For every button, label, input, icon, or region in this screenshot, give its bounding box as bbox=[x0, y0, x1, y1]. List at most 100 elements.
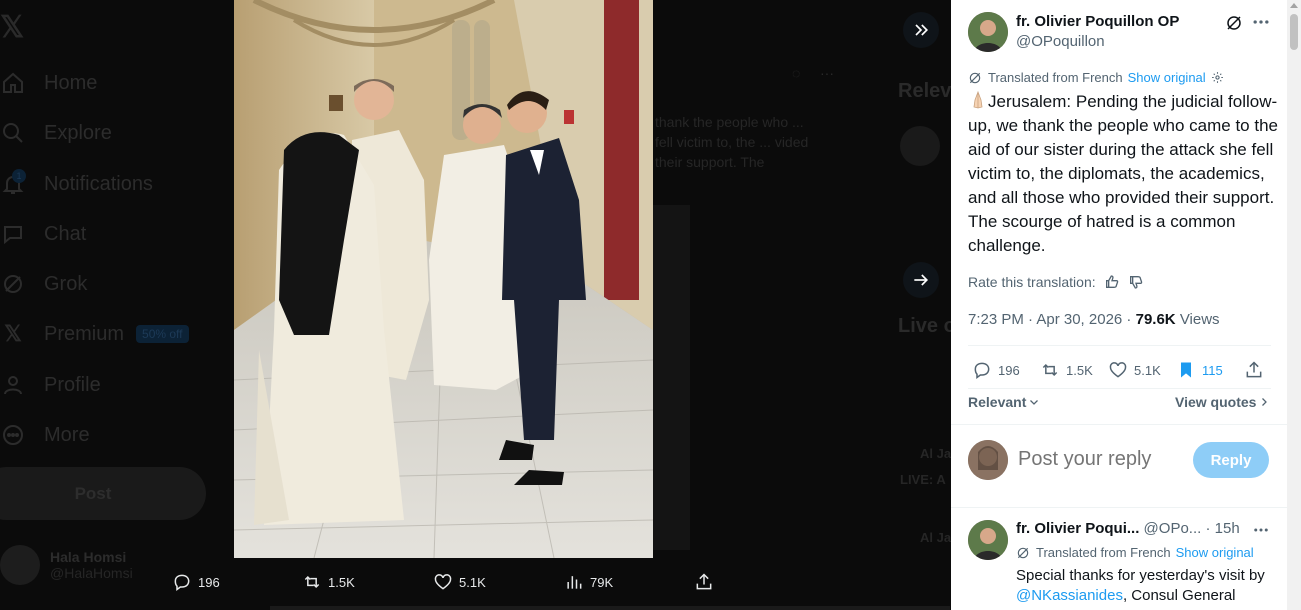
horizontal-scrollbar[interactable] bbox=[270, 606, 950, 610]
media-action-bar: 196 1.5K 5.1K 79K bbox=[0, 558, 951, 610]
grok-icon bbox=[1017, 547, 1029, 558]
reply-composer: Reply bbox=[968, 440, 1271, 482]
media-reply-button[interactable]: 196 bbox=[172, 572, 220, 592]
divider bbox=[968, 388, 1271, 389]
share-icon bbox=[696, 573, 712, 590]
media-repost-button[interactable]: 1.5K bbox=[302, 572, 355, 592]
reply-icon bbox=[974, 362, 990, 379]
thumbs-up-icon[interactable] bbox=[1104, 274, 1120, 290]
repost-icon bbox=[304, 575, 320, 589]
reply-author-handle[interactable]: @OPo... bbox=[1144, 520, 1202, 537]
sidebar-nav: 𝕏 Home Explore 1 Notifications Chat Grok… bbox=[0, 0, 230, 610]
grok-icon[interactable] bbox=[1225, 14, 1243, 32]
media-views-button[interactable]: 79K bbox=[564, 572, 613, 592]
nav-label: Grok bbox=[44, 272, 88, 295]
reply-icon bbox=[174, 574, 190, 591]
nav-label: Explore bbox=[44, 121, 112, 144]
reply-time[interactable]: · 15h bbox=[1205, 520, 1239, 537]
share-button[interactable] bbox=[1244, 360, 1270, 380]
more-icon[interactable] bbox=[1251, 12, 1271, 32]
heart-icon bbox=[434, 574, 452, 590]
show-original-link[interactable]: Show original bbox=[1128, 70, 1206, 85]
chat-icon bbox=[0, 221, 26, 247]
media-photo[interactable] bbox=[234, 0, 653, 558]
divider bbox=[951, 424, 1287, 425]
more-circle-icon bbox=[0, 422, 26, 448]
grok-icon bbox=[0, 271, 26, 297]
expand-panel-button[interactable] bbox=[903, 12, 939, 48]
reply-count: 196 bbox=[198, 574, 220, 590]
avatar[interactable] bbox=[968, 440, 1008, 480]
feed-text-snippet: thank the people who ... fell victim to,… bbox=[655, 114, 809, 170]
show-original-link[interactable]: Show original bbox=[1176, 545, 1254, 560]
bookmark-button[interactable]: 115 bbox=[1176, 360, 1223, 380]
reply-tweet-text: Special thanks for yesterday's visit by … bbox=[1016, 566, 1276, 606]
media-like-button[interactable]: 5.1K bbox=[433, 572, 486, 592]
tweet-stats: 196 1.5K 5.1K 115 bbox=[968, 360, 1271, 384]
reply-author-name[interactable]: fr. Olivier Poqui... bbox=[1016, 520, 1139, 537]
trend-source: Al Ja bbox=[920, 530, 951, 545]
tweet-timestamp[interactable]: 7:23 PM · Apr 30, 2026 · 79.6K Views bbox=[968, 311, 1220, 328]
nav-item-profile[interactable]: Profile bbox=[0, 370, 101, 400]
premium-discount-badge: 50% off bbox=[136, 325, 189, 343]
nav-item-explore[interactable]: Explore bbox=[0, 118, 112, 148]
like-count: 5.1K bbox=[1134, 362, 1161, 378]
repost-count: 1.5K bbox=[1066, 362, 1093, 378]
scrollbar-thumb[interactable] bbox=[1290, 14, 1298, 50]
sort-replies-dropdown[interactable]: Relevant bbox=[968, 394, 1040, 410]
author-handle[interactable]: @OPoquillon bbox=[1016, 32, 1179, 52]
next-media-button[interactable] bbox=[903, 262, 939, 298]
thumbs-down-icon[interactable] bbox=[1128, 274, 1144, 290]
person-icon bbox=[0, 372, 26, 398]
reply-input[interactable] bbox=[1018, 448, 1188, 471]
grok-icon: ◌ bbox=[792, 65, 801, 81]
chevron-down-icon bbox=[1030, 400, 1039, 405]
section-title: Live o bbox=[898, 315, 951, 337]
notification-count-badge: 1 bbox=[12, 169, 26, 183]
rate-label: Rate this translation: bbox=[968, 274, 1096, 290]
reply-button[interactable]: Reply bbox=[1193, 442, 1269, 478]
nav-item-home[interactable]: Home bbox=[0, 68, 97, 98]
views-label: Views bbox=[1179, 311, 1220, 328]
nav-label: Home bbox=[44, 71, 98, 94]
vertical-scrollbar[interactable] bbox=[1287, 0, 1301, 610]
more-icon: ··· bbox=[820, 65, 834, 81]
scroll-up-arrow-icon[interactable] bbox=[1290, 3, 1298, 8]
reply-text-start: Special thanks for yesterday's visit by bbox=[1016, 567, 1265, 584]
trend-text: LIVE: A bbox=[900, 472, 946, 487]
mention-link[interactable]: @NKassianides bbox=[1016, 587, 1123, 604]
post-button[interactable]: Post bbox=[0, 467, 206, 520]
avatar[interactable] bbox=[968, 520, 1008, 560]
media-share-button[interactable] bbox=[694, 572, 720, 592]
grok-icon bbox=[969, 72, 981, 83]
x-logo-icon: 𝕏 bbox=[4, 321, 22, 346]
nav-item-grok[interactable]: Grok bbox=[0, 269, 87, 299]
nav-item-notifications[interactable]: 1 Notifications bbox=[0, 169, 153, 199]
like-count: 5.1K bbox=[459, 574, 486, 590]
reply-tweet-header: fr. Olivier Poqui... @OPo... · 15h bbox=[1016, 520, 1240, 537]
nav-item-premium[interactable]: 𝕏 Premium 50% off bbox=[0, 319, 189, 349]
reply-button[interactable]: 196 bbox=[972, 360, 1020, 380]
tweet-detail-panel: fr. Olivier Poquillon OP @OPoquillon Tra… bbox=[951, 0, 1301, 610]
bookmark-count: 115 bbox=[1202, 362, 1223, 378]
more-icon[interactable] bbox=[1252, 521, 1270, 539]
view-quotes-link[interactable]: View quotes bbox=[1175, 394, 1270, 410]
feed-media-placeholder bbox=[653, 205, 690, 550]
nav-item-chat[interactable]: Chat bbox=[0, 219, 86, 249]
author-name[interactable]: fr. Olivier Poquillon OP bbox=[1016, 12, 1179, 32]
translation-notice: Translated from French Show original bbox=[968, 70, 1230, 85]
home-icon bbox=[0, 70, 26, 96]
cloister-photo-illustration bbox=[234, 0, 653, 558]
right-sidebar-background: Relev Live o Al Ja LIVE: A Al Ja bbox=[898, 0, 951, 610]
trend-source: Al Ja bbox=[920, 446, 951, 461]
view-quotes-label: View quotes bbox=[1175, 394, 1257, 410]
repost-button[interactable]: 1.5K bbox=[1040, 360, 1093, 380]
like-button[interactable]: 5.1K bbox=[1108, 360, 1161, 380]
reply-translation-notice: Translated from French Show original bbox=[1016, 545, 1254, 560]
gear-icon[interactable] bbox=[1211, 71, 1224, 84]
view-count: 79K bbox=[590, 574, 614, 590]
avatar[interactable] bbox=[968, 12, 1008, 52]
tweet-author[interactable]: fr. Olivier Poquillon OP @OPoquillon bbox=[968, 12, 1179, 52]
section-title: Relev bbox=[898, 80, 951, 102]
nav-item-more[interactable]: More bbox=[0, 420, 90, 450]
